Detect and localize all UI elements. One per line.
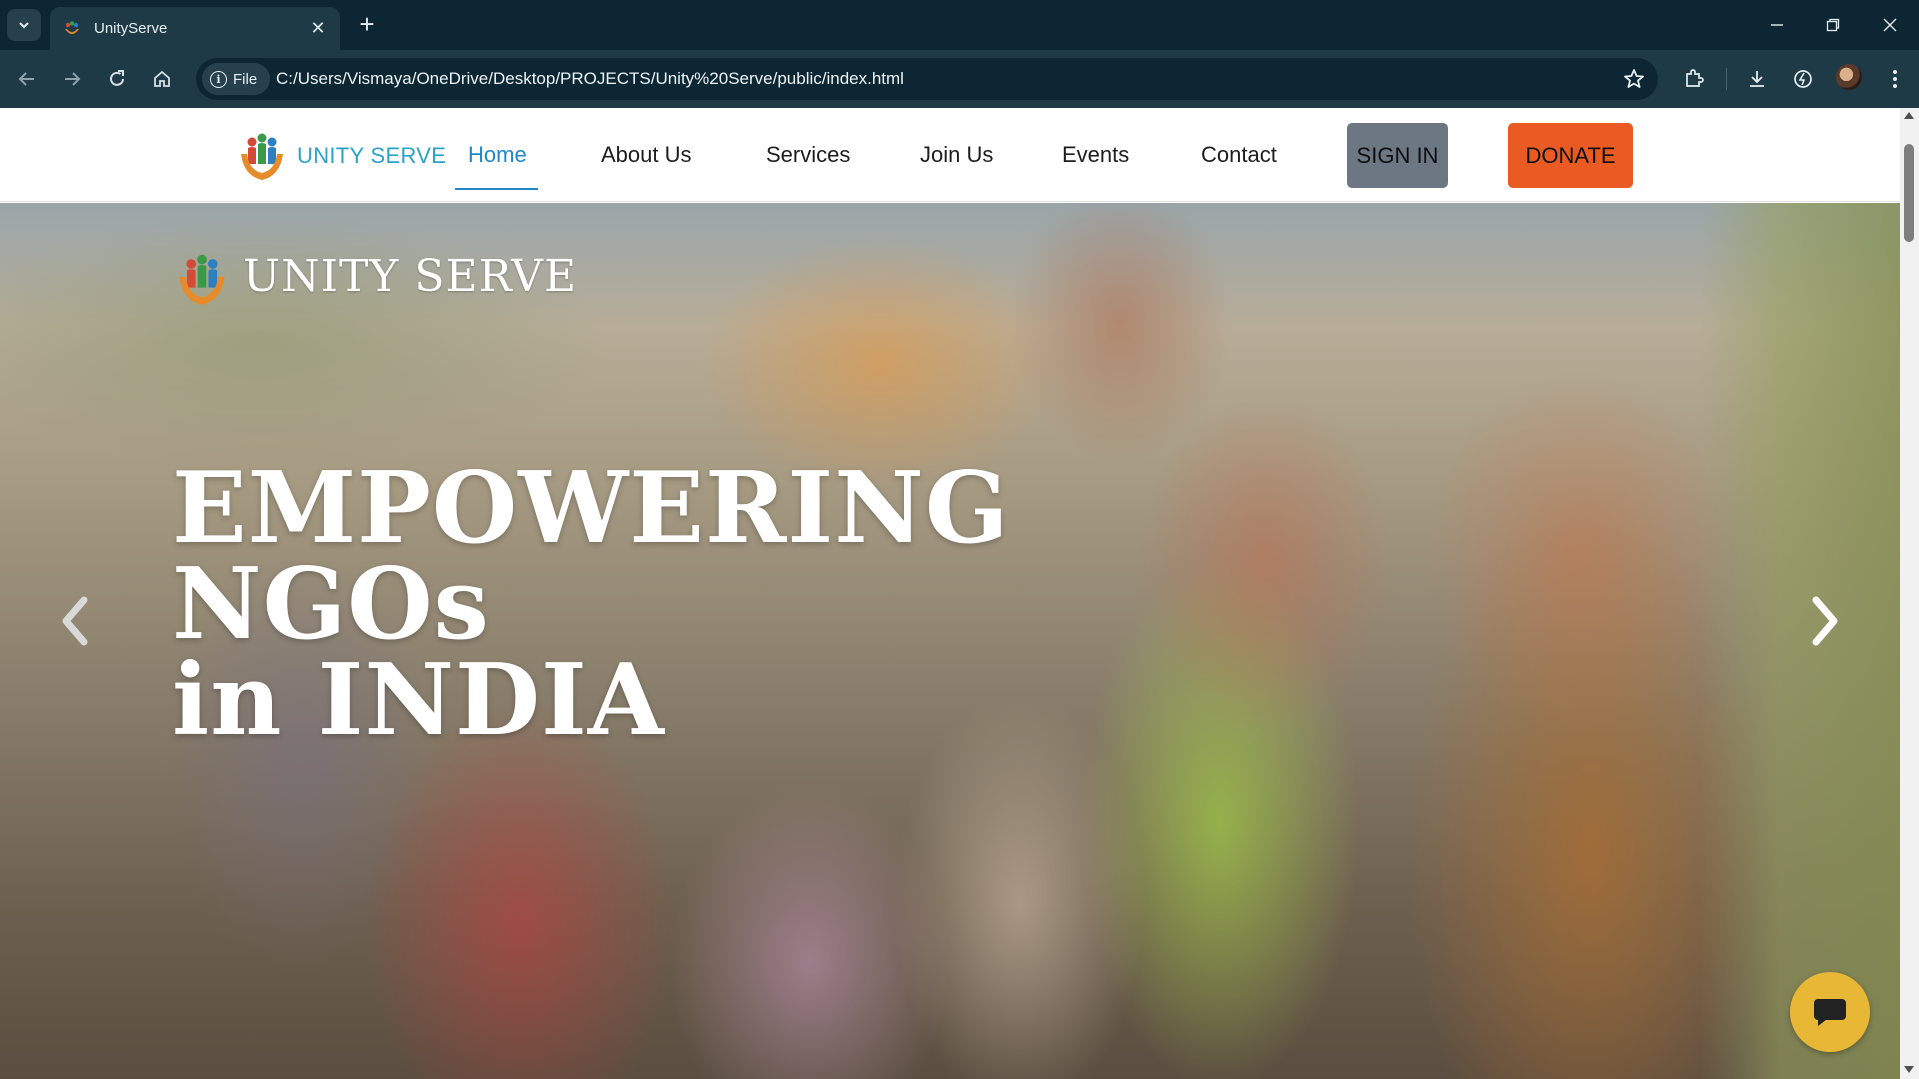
scroll-down-arrow[interactable] — [1904, 1066, 1914, 1073]
carousel-next-button[interactable] — [1800, 588, 1850, 654]
more-vertical-icon — [1893, 70, 1897, 88]
home-icon — [154, 70, 170, 87]
hero-title-line-3: in INDIA — [172, 643, 665, 758]
reload-button[interactable] — [100, 62, 134, 96]
chevron-right-icon — [1812, 596, 1838, 646]
bookmark-star-icon[interactable] — [1622, 67, 1646, 91]
minimize-icon — [1771, 24, 1783, 26]
nav-join-us[interactable]: Join Us — [920, 142, 993, 168]
new-tab-button[interactable]: + — [352, 10, 382, 40]
unity-serve-logo-icon[interactable] — [238, 130, 286, 182]
hero-logo-text: UNITY SERVE — [243, 251, 578, 302]
carousel-prev-button[interactable] — [50, 588, 100, 654]
scroll-up-arrow[interactable] — [1904, 112, 1914, 119]
nav-contact[interactable]: Contact — [1201, 142, 1277, 168]
site-info-label: File — [233, 70, 258, 88]
nav-events[interactable]: Events — [1062, 142, 1129, 168]
close-window-button[interactable] — [1870, 8, 1910, 42]
toolbar-divider — [1726, 68, 1727, 90]
tab-search-button[interactable] — [7, 9, 41, 41]
site-header: UNITY SERVE Home About Us Services Join … — [0, 108, 1900, 202]
chevron-left-icon — [62, 596, 88, 646]
donate-button[interactable]: DONATE — [1508, 123, 1633, 188]
nav-home[interactable]: Home — [468, 142, 527, 168]
puzzle-icon — [1686, 69, 1704, 87]
performance-button[interactable] — [1788, 64, 1818, 94]
browser-menu-button[interactable] — [1880, 64, 1910, 94]
extensions-button[interactable] — [1679, 64, 1709, 94]
browser-toolbar: i File C:/Users/Vismaya/OneDrive/Desktop… — [0, 50, 1919, 108]
sign-in-button[interactable]: SIGN IN — [1347, 123, 1448, 188]
home-button[interactable] — [145, 62, 179, 96]
forward-button[interactable] — [55, 62, 89, 96]
url-text[interactable]: C:/Users/Vismaya/OneDrive/Desktop/PROJEC… — [276, 69, 904, 89]
page-scrollbar[interactable] — [1900, 108, 1919, 1079]
address-bar[interactable]: i File C:/Users/Vismaya/OneDrive/Desktop… — [196, 58, 1658, 100]
downloads-button[interactable] — [1742, 64, 1772, 94]
arrow-right-icon — [65, 72, 81, 86]
tab-close-button[interactable]: ✕ — [308, 18, 328, 39]
minimize-button[interactable] — [1757, 8, 1797, 42]
nav-active-indicator — [455, 188, 538, 190]
gauge-icon — [1794, 70, 1812, 88]
chevron-down-icon — [19, 22, 29, 29]
chat-widget-button[interactable] — [1790, 972, 1870, 1052]
nav-about-us[interactable]: About Us — [601, 142, 692, 168]
page-viewport: UNITY SERVE Home About Us Services Join … — [0, 108, 1919, 1079]
browser-tab-strip: UnityServe ✕ + — [0, 0, 1919, 50]
hero-carousel: UNITY SERVE EMPOWERING NGOs in INDIA — [0, 203, 1900, 1079]
reload-icon — [110, 70, 124, 86]
nav-services[interactable]: Services — [766, 142, 850, 168]
scroll-thumb[interactable] — [1904, 144, 1914, 242]
browser-tab[interactable]: UnityServe ✕ — [50, 7, 340, 50]
arrow-left-icon — [18, 72, 34, 86]
hero-logo-icon — [179, 254, 225, 305]
hero-title-line-2: NGOs — [172, 547, 490, 662]
site-info-chip[interactable]: i File — [202, 63, 270, 95]
close-icon — [1883, 18, 1897, 32]
restore-icon — [1826, 18, 1840, 32]
favicon-icon — [65, 20, 79, 34]
site-logo-text[interactable]: UNITY SERVE — [297, 143, 446, 169]
back-button[interactable] — [10, 62, 44, 96]
restore-button[interactable] — [1813, 8, 1853, 42]
hero-title: EMPOWERING NGOs in INDIA — [172, 451, 1010, 758]
download-icon — [1750, 71, 1764, 87]
info-icon: i — [210, 70, 227, 88]
profile-avatar[interactable] — [1836, 64, 1862, 90]
hero-title-line-1: EMPOWERING — [172, 451, 1010, 566]
chat-bubble-icon — [1814, 999, 1846, 1026]
tab-title: UnityServe — [94, 20, 168, 37]
